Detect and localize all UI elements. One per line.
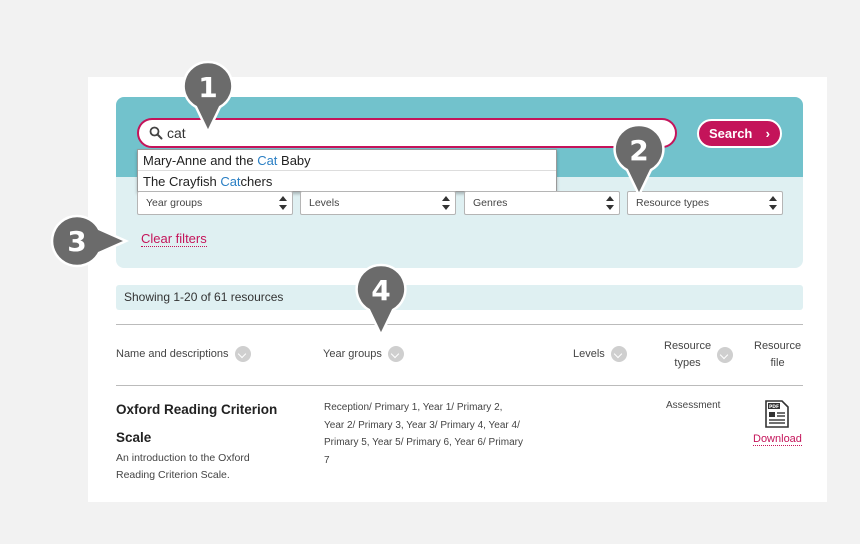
search-button[interactable]: Search › bbox=[697, 119, 782, 148]
marker-1-pin-icon: 1 bbox=[182, 60, 234, 135]
year-groups-select[interactable]: Year groups bbox=[137, 191, 293, 215]
autocomplete-dropdown: Mary-Anne and the Cat Baby The Crayfish … bbox=[137, 149, 557, 192]
levels-select[interactable]: Levels bbox=[300, 191, 456, 215]
column-header-resource-file: Resource file bbox=[754, 340, 802, 369]
resource-year-groups: Reception/ Primary 1, Year 1/ Primary 2,… bbox=[324, 402, 523, 466]
sort-chevron-icon[interactable] bbox=[717, 347, 734, 363]
search-input[interactable] bbox=[167, 125, 647, 141]
resource-description: An introduction to the Oxford Reading Cr… bbox=[116, 452, 250, 481]
column-header-resource-types[interactable]: Resource types bbox=[664, 338, 734, 372]
marker-4-pin-icon: 4 bbox=[355, 263, 407, 338]
select-arrows-icon bbox=[442, 196, 450, 210]
resource-title[interactable]: Oxford Reading Criterion Scale bbox=[116, 396, 296, 452]
autocomplete-item[interactable]: Mary-Anne and the Cat Baby bbox=[138, 150, 556, 171]
clear-filters-link[interactable]: Clear filters bbox=[141, 231, 207, 247]
resource-type: Assessment bbox=[666, 400, 721, 411]
sort-chevron-icon[interactable] bbox=[234, 346, 251, 362]
select-arrows-icon bbox=[279, 196, 287, 210]
marker-3-pin-icon: 3 bbox=[50, 214, 130, 268]
genres-select[interactable]: Genres bbox=[464, 191, 620, 215]
column-header-name[interactable]: Name and descriptions bbox=[116, 346, 251, 362]
search-icon bbox=[149, 126, 163, 140]
results-count: Showing 1-20 of 61 resources bbox=[116, 285, 803, 310]
search-button-label: Search bbox=[709, 126, 753, 141]
select-arrows-icon bbox=[769, 196, 777, 210]
divider bbox=[116, 324, 803, 325]
pdf-label: PDF bbox=[769, 404, 779, 410]
autocomplete-item[interactable]: The Crayfish Catchers bbox=[138, 171, 556, 192]
chevron-right-icon: › bbox=[765, 126, 770, 141]
sort-chevron-icon[interactable] bbox=[387, 346, 404, 362]
pdf-file-icon[interactable]: PDF bbox=[765, 400, 789, 428]
marker-number: 2 bbox=[629, 134, 648, 167]
column-header-levels[interactable]: Levels bbox=[573, 346, 627, 362]
marker-number: 3 bbox=[67, 225, 86, 258]
marker-number: 1 bbox=[198, 71, 217, 104]
download-link[interactable]: Download bbox=[753, 433, 802, 446]
divider bbox=[116, 385, 803, 386]
marker-number: 4 bbox=[371, 274, 390, 307]
marker-2-pin-icon: 2 bbox=[613, 123, 665, 198]
sort-chevron-icon[interactable] bbox=[610, 346, 627, 362]
column-header-year-groups[interactable]: Year groups bbox=[323, 346, 404, 362]
